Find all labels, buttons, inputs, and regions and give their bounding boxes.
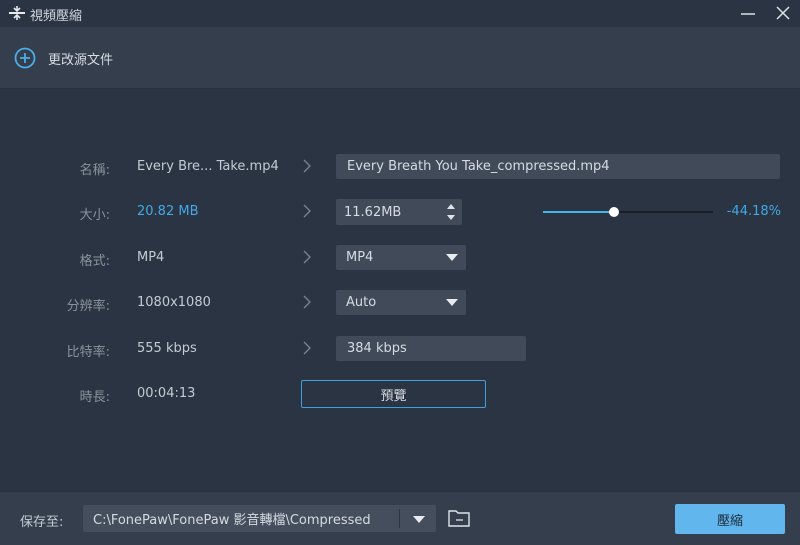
window-title: 視頻壓縮 [30,9,83,24]
name-label: 名稱: [79,163,110,178]
change-source-button[interactable]: 更改源文件 [14,47,113,69]
change-source-label: 更改源文件 [48,52,114,68]
resolution-label: 分辨率: [66,299,110,314]
chevron-right-icon [303,204,311,218]
format-select-value: MP4 [346,250,374,265]
compress-icon [9,6,25,20]
save-to-label: 保存至: [20,515,64,530]
save-path-dropdown-button[interactable] [401,505,436,532]
close-button[interactable] [771,2,795,24]
minimize-icon [741,13,755,15]
output-name-value: Every Breath You Take_compressed.mp4 [347,159,610,174]
chevron-right-icon [303,159,311,173]
save-path-value: C:\FonePaw\FonePaw 影音轉檔\Compressed [93,513,371,528]
divider [399,509,400,528]
minimize-button[interactable] [736,2,760,24]
chevron-right-icon [303,250,311,264]
close-icon [776,6,790,20]
output-size-value: 11.62MB [344,204,402,220]
format-label: 格式: [79,254,110,269]
slider-thumb[interactable] [609,207,619,217]
resolution-select[interactable]: Auto [336,290,466,315]
chevron-right-icon [303,295,311,309]
spinner-arrows-icon[interactable] [446,201,456,223]
title-bar: 視頻壓縮 [0,0,800,27]
dropdown-caret-icon [446,299,458,306]
bitrate-value: 384 kbps [347,341,407,356]
format-select[interactable]: MP4 [336,245,466,270]
bitrate-field: 384 kbps [336,336,526,361]
size-slider[interactable] [543,203,713,221]
footer: 保存至: C:\FonePaw\FonePaw 影音轉檔\Compressed … [0,491,800,545]
resolution-select-value: Auto [346,295,377,310]
duration-label: 時長: [79,390,110,405]
source-resolution: 1080x1080 [137,295,211,310]
chevron-right-icon [303,341,311,355]
output-size-field[interactable]: 11.62MB [336,199,462,225]
plus-circle-icon [14,47,36,69]
source-size: 20.82 MB [137,204,199,219]
size-label: 大小: [79,208,110,223]
compress-button[interactable]: 壓縮 [675,504,785,534]
save-path-field[interactable]: C:\FonePaw\FonePaw 影音轉檔\Compressed [83,505,436,532]
output-name-field[interactable]: Every Breath You Take_compressed.mp4 [336,154,780,179]
toolbar: 更改源文件 [0,27,800,89]
source-name: Every Bre... Take.mp4 [137,159,279,174]
source-duration: 00:04:13 [137,386,196,401]
dropdown-caret-icon [413,516,425,523]
dropdown-caret-icon [446,254,458,261]
slider-fill [543,211,614,213]
preview-button[interactable]: 預覽 [301,380,486,408]
folder-icon[interactable] [447,508,471,528]
bitrate-label: 比特率: [66,345,110,360]
source-format: MP4 [137,250,165,265]
source-bitrate: 555 kbps [137,341,197,356]
size-reduction-percent: -44.18% [726,204,781,219]
